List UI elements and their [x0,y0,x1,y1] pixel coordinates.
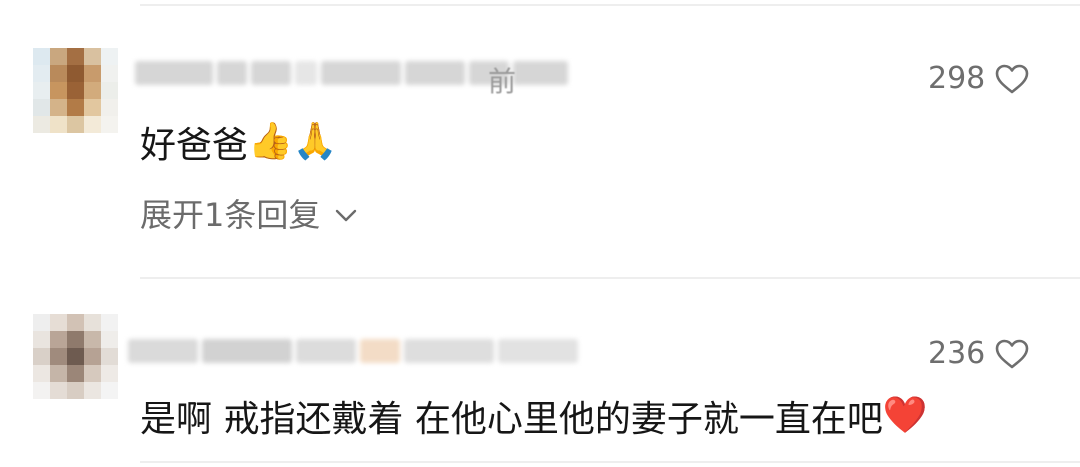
avatar-pixel [50,365,67,382]
avatar-pixel [84,82,101,99]
comment-body: 好爸爸 [140,125,249,166]
expand-replies-label: 展开1条回复 [140,196,321,234]
avatar-pixel [67,382,84,399]
avatar-pixel [101,48,118,65]
avatar[interactable] [33,48,119,134]
divider [140,4,1080,6]
avatar-pixel [50,314,67,331]
avatar-pixel [33,65,50,82]
heart-outline-icon [995,64,1029,94]
avatar-pixel [67,331,84,348]
avatar-pixel [67,365,84,382]
avatar-pixel [50,116,67,133]
avatar-pixel [84,331,101,348]
avatar-pixel [50,99,67,116]
avatar-pixel [33,331,50,348]
like-button[interactable]: 298 [928,61,1029,96]
avatar-pixel [67,48,84,65]
avatar-pixel [67,314,84,331]
avatar-pixel [67,348,84,365]
avatar-pixel [84,99,101,116]
avatar-pixel [33,348,50,365]
avatar-pixel [50,348,67,365]
avatar-pixel [67,65,84,82]
avatar-pixel [84,65,101,82]
avatar-pixel [33,99,50,116]
avatar-pixel [84,48,101,65]
like-count: 298 [928,61,986,96]
avatar-pixel [33,48,50,65]
avatar-pixel [84,348,101,365]
avatar-pixel [101,331,118,348]
like-button[interactable]: 236 [928,336,1029,371]
avatar-pixel [50,48,67,65]
red-heart-emoji: ❤️ [882,395,928,436]
avatar-pixel [101,99,118,116]
heart-outline-icon [995,339,1029,369]
divider [140,277,1080,279]
divider [140,461,1080,463]
like-count: 236 [928,336,986,371]
avatar-pixel [33,82,50,99]
avatar-pixel [33,365,50,382]
avatar[interactable] [33,314,119,400]
avatar-pixel [50,65,67,82]
avatar-pixel [101,348,118,365]
comment-body: 是啊 戒指还戴着 在他心里他的妻子就一直在吧 [140,399,883,440]
thumbs-up-emoji: 👍 [248,121,293,162]
avatar-pixel [50,331,67,348]
avatar-pixel [84,382,101,399]
avatar-pixel [33,382,50,399]
pray-emoji: 🙏 [292,121,338,162]
avatar-pixel [50,382,67,399]
avatar-pixel [33,314,50,331]
avatar-pixel [84,116,101,133]
avatar-pixel [101,382,118,399]
avatar-pixel [101,116,118,133]
avatar-pixel [101,314,118,331]
expand-replies-button[interactable]: 展开1条回复 [140,190,358,236]
avatar-pixel [67,116,84,133]
chevron-down-icon [334,194,358,232]
avatar-pixel [84,314,101,331]
avatar-pixel [33,116,50,133]
comment-time: 前 [488,65,517,98]
avatar-pixel [101,65,118,82]
avatar-pixel [50,82,67,99]
avatar-pixel [67,82,84,99]
avatar-pixel [67,99,84,116]
username-blurred[interactable] [128,334,578,368]
avatar-pixel [101,82,118,99]
avatar-pixel [101,365,118,382]
comment-text: 好爸爸 👍 🙏 [140,116,338,168]
avatar-pixel [84,365,101,382]
comment-text: 是啊 戒指还戴着 在他心里他的妻子就一直在吧 ❤️ [140,390,928,442]
